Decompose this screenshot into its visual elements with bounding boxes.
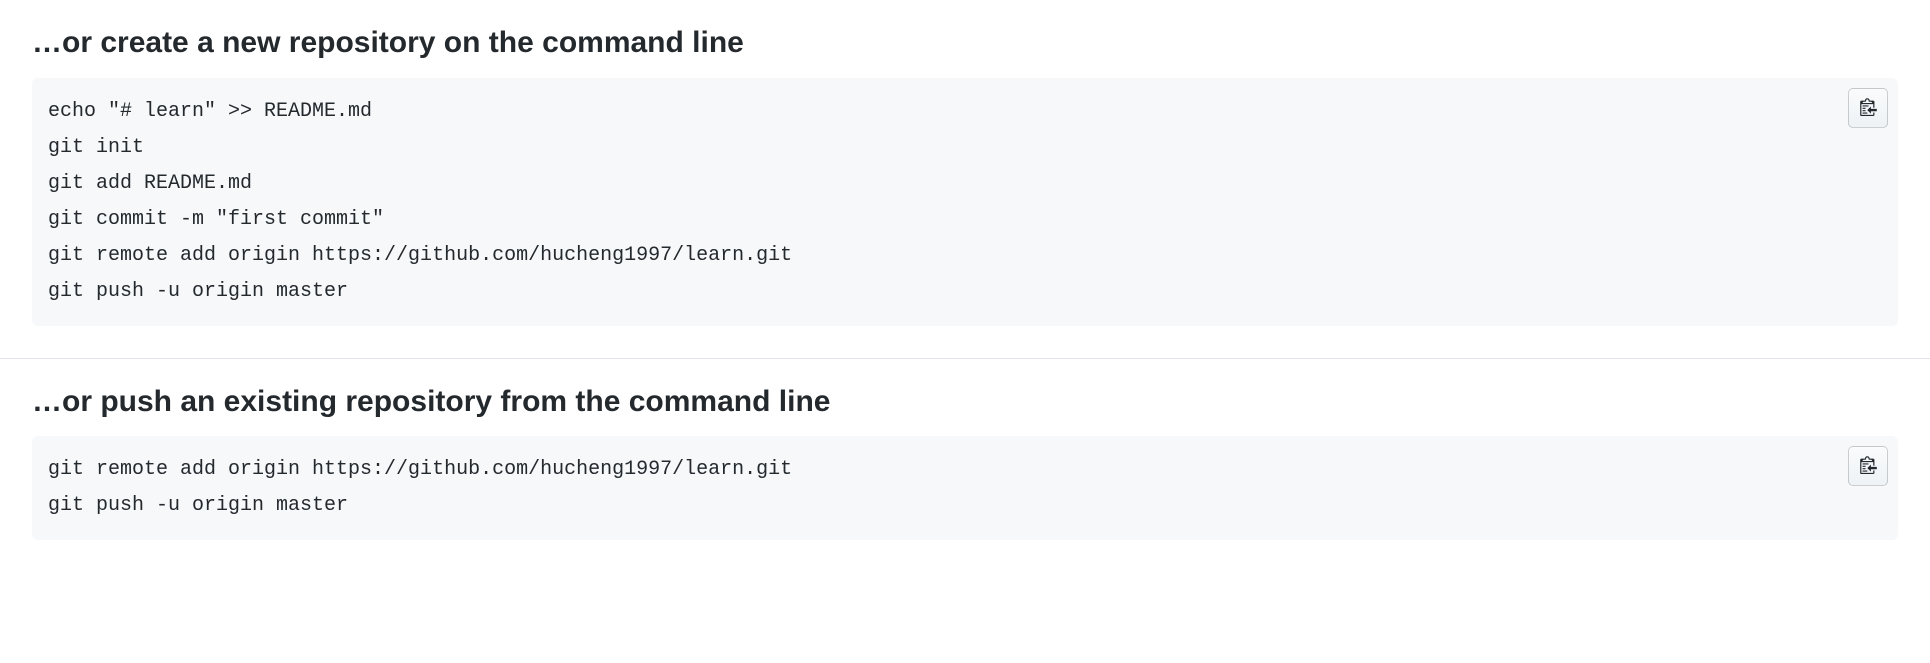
- section-push-existing-repo: …or push an existing repository from the…: [0, 359, 1930, 573]
- copy-button-create[interactable]: [1848, 88, 1888, 128]
- heading-create-new-repo: …or create a new repository on the comma…: [32, 24, 1898, 62]
- section-create-new-repo: …or create a new repository on the comma…: [0, 0, 1930, 359]
- codeblock-push[interactable]: git remote add origin https://github.com…: [32, 436, 1898, 540]
- clipboard-icon: [1859, 455, 1878, 477]
- copy-button-push[interactable]: [1848, 446, 1888, 486]
- codeblock-wrap-push: git remote add origin https://github.com…: [32, 436, 1898, 540]
- clipboard-icon: [1859, 97, 1878, 119]
- heading-push-existing-repo: …or push an existing repository from the…: [32, 383, 1898, 421]
- codeblock-wrap-create: echo "# learn" >> README.md git init git…: [32, 78, 1898, 326]
- codeblock-create[interactable]: echo "# learn" >> README.md git init git…: [32, 78, 1898, 326]
